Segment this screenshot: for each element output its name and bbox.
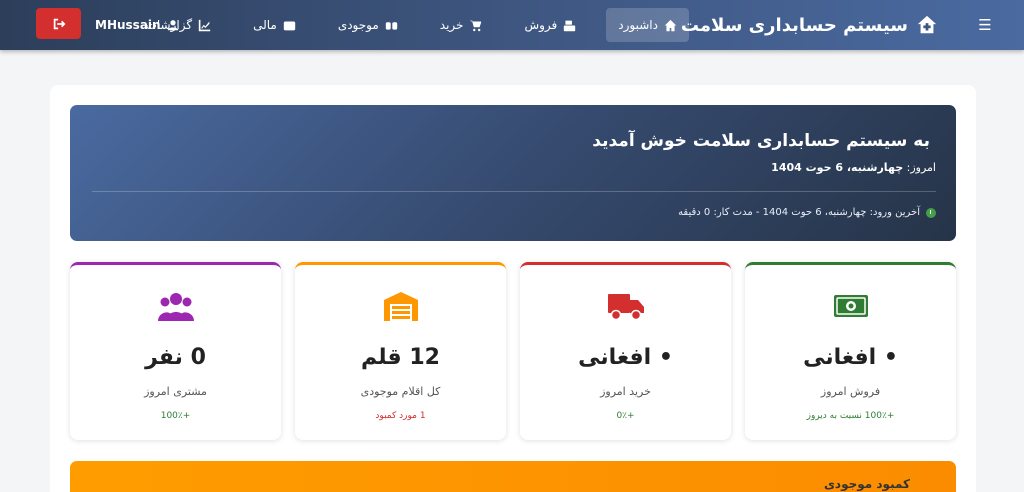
card-sub: +100٪ bbox=[160, 411, 191, 421]
boxes-icon bbox=[385, 21, 397, 30]
logout-button[interactable] bbox=[36, 8, 81, 39]
low-stock-panel: کمبود موجودی bbox=[70, 461, 956, 492]
today-date: امروز: چهارشنبه، 6 حوت 1404 bbox=[771, 161, 936, 174]
money-bill-icon bbox=[833, 295, 868, 317]
nav-item-label: داشبورد bbox=[618, 18, 658, 32]
card-label: کل اقلام موجودی bbox=[360, 385, 441, 398]
users-icon bbox=[157, 293, 194, 321]
welcome-banner: به سیستم حسابداری سلامت خوش آمدید امروز:… bbox=[70, 105, 956, 241]
card-inventory-items[interactable]: 12 قلم کل اقلام موجودی 1 مورد کمبود bbox=[295, 262, 506, 440]
card-value: 0 نفر bbox=[145, 345, 206, 370]
nav-item-inventory[interactable]: موجودی bbox=[326, 8, 410, 42]
hospital-house-icon bbox=[917, 15, 937, 34]
nav-item-sales[interactable]: فروش bbox=[512, 8, 588, 42]
card-value: • افغانی bbox=[578, 345, 673, 370]
card-label: فروش امروز bbox=[820, 385, 881, 398]
today-label: امروز: bbox=[906, 161, 936, 174]
welcome-title: به سیستم حسابداری سلامت خوش آمدید bbox=[592, 131, 930, 151]
low-stock-title: کمبود موجودی bbox=[823, 477, 910, 491]
card-customers-today[interactable]: 0 نفر مشتری امروز +100٪ bbox=[70, 262, 281, 440]
user-menu[interactable]: MHussain bbox=[95, 15, 179, 35]
nav-item-label: موجودی bbox=[337, 18, 379, 32]
nav-item-label: مالی bbox=[253, 18, 277, 32]
card-sub: +100٪ نسبت به دیروز bbox=[806, 411, 895, 421]
card-label: خرید امروز bbox=[600, 385, 651, 398]
user-icon bbox=[167, 20, 178, 31]
today-value: چهارشنبه، 6 حوت 1404 bbox=[771, 161, 904, 174]
card-value: 12 قلم bbox=[361, 345, 440, 370]
cart-icon bbox=[470, 20, 482, 31]
menu-toggle-icon[interactable]: ☰ bbox=[976, 15, 994, 35]
brand-title: سیستم حسابداری سلامت bbox=[680, 14, 908, 36]
dashboard-container: به سیستم حسابداری سلامت خوش آمدید امروز:… bbox=[50, 85, 976, 492]
username: MHussain bbox=[95, 18, 161, 32]
nav-item-label: فروش bbox=[524, 18, 558, 32]
top-navbar: ☰ سیستم حسابداری سلامت داشبورد فروش خرید… bbox=[0, 0, 1024, 50]
chart-icon bbox=[198, 19, 211, 31]
home-icon bbox=[664, 19, 677, 31]
sign-out-icon bbox=[53, 18, 65, 29]
warehouse-icon bbox=[383, 292, 418, 321]
truck-icon bbox=[607, 294, 644, 321]
nav-item-label: خرید bbox=[439, 18, 464, 32]
nav-item-finance[interactable]: مالی bbox=[241, 8, 308, 42]
card-label: مشتری امروز bbox=[144, 385, 207, 398]
nav-item-dashboard[interactable]: داشبورد bbox=[606, 8, 689, 42]
card-sub: +0٪ bbox=[616, 411, 635, 421]
last-login-text: آخرین ورود: چهارشنبه، 6 حوت 1404 - مدت ک… bbox=[678, 207, 920, 218]
card-sales-today[interactable]: • افغانی فروش امروز +100٪ نسبت به دیروز bbox=[745, 262, 956, 440]
brand[interactable]: سیستم حسابداری سلامت bbox=[681, 10, 938, 40]
last-login: آخرین ورود: چهارشنبه، 6 حوت 1404 - مدت ک… bbox=[678, 207, 936, 218]
cash-register-icon bbox=[564, 20, 576, 31]
clock-icon bbox=[926, 207, 936, 218]
card-sub: 1 مورد کمبود bbox=[375, 411, 426, 421]
main-nav: داشبورد فروش خرید موجودی مالی گزارشات bbox=[134, 7, 689, 43]
card-value: • افغانی bbox=[803, 345, 898, 370]
divider bbox=[92, 191, 936, 192]
nav-item-purchase[interactable]: خرید bbox=[428, 8, 495, 42]
wallet-icon bbox=[283, 20, 295, 30]
card-purchase-today[interactable]: • افغانی خرید امروز +0٪ bbox=[520, 262, 731, 440]
